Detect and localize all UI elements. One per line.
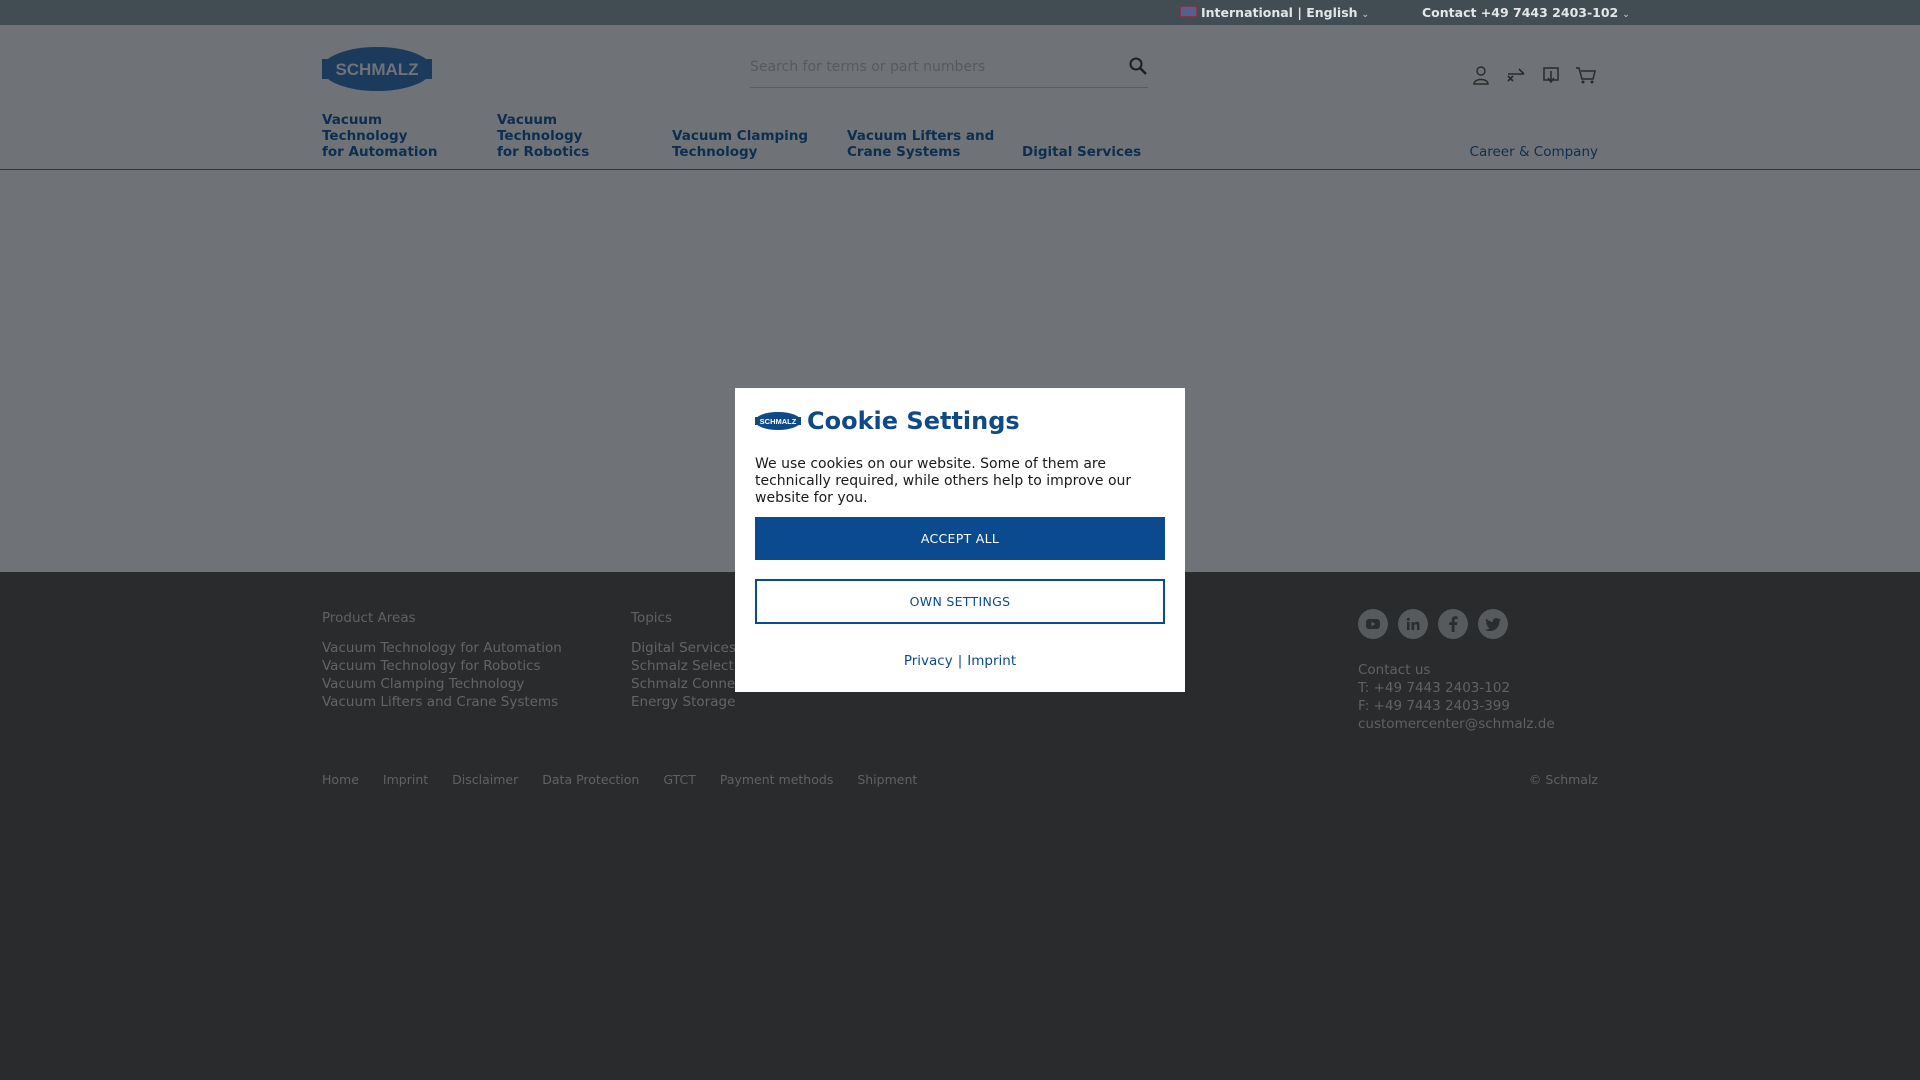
main-nav: Vacuum Technology for Automation Vacuum … [322,112,1598,160]
language-selector[interactable]: International | English ⌄ [1180,5,1369,20]
cookie-modal-header: SCHMALZ Cookie Settings [755,407,1020,435]
nav-item-digital-services[interactable]: Digital Services [1022,144,1172,160]
imprint-link[interactable]: Imprint [967,653,1016,669]
footer-bottom-links: Home Imprint Disclaimer Data Protection … [322,772,917,787]
nav-item-label: for Robotics [497,144,590,160]
nav-item-label: Vacuum Technology [497,112,583,144]
nav-item-vacuum-clamping[interactable]: Vacuum Clamping Technology [672,128,822,160]
top-bar: International | English ⌄ Contact +49 744… [0,0,1920,25]
footer-link[interactable]: Vacuum Lifters and Crane Systems [322,693,562,711]
svg-text:SCHMALZ: SCHMALZ [760,417,797,426]
linkedin-icon[interactable] [1398,609,1428,639]
link-separator: | [957,653,963,669]
cookie-modal-title: Cookie Settings [807,407,1020,435]
language-label: International | English [1201,5,1358,20]
footer-link[interactable]: Energy Storage [631,693,748,711]
footer-link-payment-methods[interactable]: Payment methods [720,772,833,787]
chevron-down-icon: ⌄ [1361,10,1370,20]
contact-label: Contact +49 7443 2403-102 [1422,5,1619,20]
facebook-icon[interactable] [1438,609,1468,639]
footer-link-disclaimer[interactable]: Disclaimer [452,772,518,787]
cart-icon[interactable] [1573,64,1598,86]
nav-item-label: for Automation [322,144,438,160]
footer-link[interactable]: Schmalz Connect [631,675,748,693]
footer-heading: Topics [631,610,672,626]
nav-item-vacuum-robotics[interactable]: Vacuum Technology for Robotics [497,112,647,160]
contact-email[interactable]: customercenter@schmalz.de [1358,715,1555,733]
cookie-modal-text: We use cookies on our website. Some of t… [755,456,1132,506]
nav-item-label: Digital Services [1022,144,1142,160]
nav-item-label: Vacuum Clamping [672,128,809,144]
footer-heading: Product Areas [322,610,416,626]
nav-item-label: Vacuum Technology [322,112,408,144]
search-bar [750,56,1148,88]
footer-link[interactable]: Digital Services [631,639,748,657]
logo-text: SCHMALZ [335,60,418,79]
nav-item-career[interactable]: Career & Company [1470,144,1598,160]
footer-link[interactable]: Vacuum Technology for Robotics [322,657,562,675]
header: SCHMALZ Vacuum Technology for Automation… [0,25,1920,171]
cookie-settings-modal: SCHMALZ Cookie Settings We use cookies o… [735,388,1185,692]
copyright: © Schmalz [1528,772,1598,787]
chevron-down-icon: ⌄ [1622,10,1630,20]
schmalz-logo[interactable]: SCHMALZ [322,46,432,92]
accept-all-button[interactable]: ACCEPT ALL [755,517,1165,560]
compare-icon[interactable] [1503,64,1528,86]
user-icon[interactable] [1468,64,1493,86]
footer-link-imprint[interactable]: Imprint [383,772,428,787]
footer-link-shipment[interactable]: Shipment [857,772,917,787]
contact-dropdown[interactable]: Contact +49 7443 2403-102 ⌄ [1422,5,1630,20]
footer-topics: Topics Digital Services Schmalz Select S… [631,609,748,711]
twitter-icon[interactable] [1478,609,1508,639]
footer-link[interactable]: Vacuum Technology for Automation [322,639,562,657]
schmalz-logo-small: SCHMALZ [755,412,801,430]
cookie-modal-links: Privacy | Imprint [735,653,1185,669]
privacy-link[interactable]: Privacy [904,653,953,669]
footer-link-data-protection[interactable]: Data Protection [542,772,639,787]
contact-phone[interactable]: T: +49 7443 2403-102 [1358,679,1555,697]
notepad-icon[interactable] [1538,64,1563,86]
nav-item-vacuum-lifters[interactable]: Vacuum Lifters and Crane Systems [847,128,997,160]
contact-fax: F: +49 7443 2403-399 [1358,698,1510,714]
nav-item-label: Technology [672,144,758,160]
nav-item-vacuum-automation[interactable]: Vacuum Technology for Automation [322,112,472,160]
search-input[interactable] [750,59,1110,75]
youtube-icon[interactable] [1358,609,1388,639]
search-icon[interactable] [1128,56,1148,76]
own-settings-button[interactable]: OWN SETTINGS [755,579,1165,624]
social-links [1358,609,1508,639]
footer-product-areas: Product Areas Vacuum Technology for Auto… [322,609,562,711]
footer-link-gtct[interactable]: GTCT [663,772,696,787]
contact-heading: Contact us [1358,662,1431,678]
footer-link[interactable]: Schmalz Select [631,657,748,675]
header-icons [1468,64,1598,86]
footer-contact: Contact us T: +49 7443 2403-102 F: +49 7… [1358,661,1555,733]
footer-link[interactable]: Vacuum Clamping Technology [322,675,562,693]
nav-item-label: Vacuum Lifters and [847,128,995,144]
uk-flag-icon [1180,6,1197,17]
nav-item-label: Crane Systems [847,144,961,160]
footer-link-home[interactable]: Home [322,772,359,787]
